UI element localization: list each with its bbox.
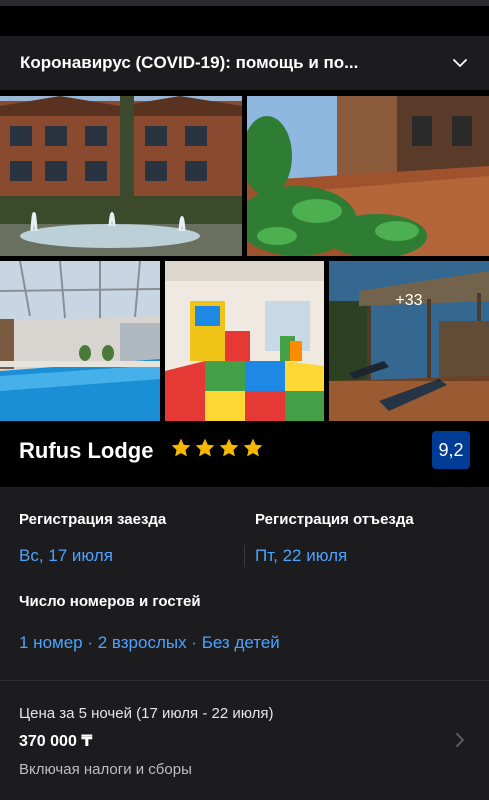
more-photos-count: +33: [329, 261, 489, 381]
price-label: Цена за 5 ночей (17 июля - 22 июля): [19, 705, 274, 722]
date-divider: [244, 545, 245, 567]
hotel-photo-terrace[interactable]: [247, 96, 489, 256]
chevron-right-icon: [456, 733, 464, 747]
checkout-label: Регистрация отъезда: [255, 511, 414, 528]
review-score-badge[interactable]: 9,2: [432, 431, 470, 469]
hotel-photo-exterior[interactable]: [0, 96, 242, 256]
rooms-guests-label: Число номеров и гостей: [19, 593, 201, 610]
hotel-photo-playroom[interactable]: [165, 261, 324, 421]
rooms-guests-value[interactable]: 1 номер · 2 взрослых · Без детей: [19, 633, 280, 653]
covid-banner-text: Коронавирус (COVID-19): помощь и по...: [20, 53, 359, 72]
hotel-name: Rufus Lodge: [19, 438, 154, 463]
checkin-date[interactable]: Вс, 17 июля: [19, 546, 113, 566]
hotel-photo-lounge[interactable]: +33: [329, 261, 489, 421]
star-icon: [171, 438, 191, 457]
checkout-date[interactable]: Пт, 22 июля: [255, 546, 347, 566]
hotel-header: Rufus Lodge 9,2: [0, 421, 489, 481]
price-note: Включая налоги и сборы: [19, 761, 192, 778]
star-icon: [195, 438, 215, 457]
top-strip: [0, 0, 489, 6]
star-rating: [170, 437, 264, 459]
chevron-down-icon[interactable]: [453, 56, 467, 70]
hotel-photo-pool[interactable]: [0, 261, 160, 421]
price-row[interactable]: Цена за 5 ночей (17 июля - 22 июля) 370 …: [0, 681, 489, 800]
price-value: 370 000 ₸: [19, 733, 93, 750]
star-icon: [219, 438, 239, 457]
covid-banner[interactable]: Коронавирус (COVID-19): помощь и по...: [0, 36, 489, 90]
checkin-label: Регистрация заезда: [19, 511, 167, 528]
star-icon: [243, 438, 263, 457]
